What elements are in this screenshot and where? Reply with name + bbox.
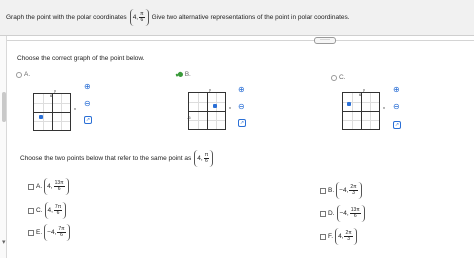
prompt-text-before: Graph the point with the polar coordinat… [6, 14, 127, 21]
checkbox-c[interactable] [28, 207, 34, 214]
checkbox-f[interactable] [320, 233, 326, 240]
point-option-d-coord: −4, 13π 6 [336, 205, 365, 222]
graph-c: y x 6 [342, 87, 385, 130]
point-option-c[interactable]: C. 4, 7π 6 [28, 202, 67, 219]
divider [7, 40, 474, 41]
point-a-r: 4, [47, 183, 53, 190]
point-c-angle: 7π 6 [53, 204, 63, 217]
graph-b-x-label: x [229, 105, 231, 110]
zoom-in-icon[interactable]: ⊕ [393, 86, 400, 94]
zoom-in-icon[interactable]: ⊕ [84, 83, 91, 91]
point-c-den: 6 [56, 210, 60, 216]
graph-c-ytop: 6 [359, 92, 362, 97]
graph-c-point [347, 102, 351, 106]
scrollbar-thumb[interactable] [2, 92, 6, 122]
graph-option-c-label: C. [339, 74, 346, 81]
points-question: Choose the two points below that refer t… [20, 150, 214, 167]
external-link-icon[interactable]: ↗ [393, 121, 401, 129]
graph-option-a[interactable]: A. [16, 71, 30, 78]
point-b-den: 3 [352, 190, 355, 196]
point-option-d-label: D. [328, 210, 335, 217]
prompt-coordinate: 4, π 6 [129, 9, 149, 26]
scroll-down-icon[interactable]: ▾ [2, 238, 6, 246]
point-option-b[interactable]: B. −4, 2π 3 [320, 182, 362, 199]
graph-c-x-label: x [383, 105, 385, 110]
checkbox-e[interactable] [28, 229, 34, 236]
point-b-angle: 2π 3 [349, 184, 358, 197]
point-option-e-label: E. [36, 229, 43, 236]
graph-a-x-label: x [74, 106, 76, 111]
prompt-coord-angle: π 6 [139, 11, 145, 24]
point-option-b-label: B. [328, 187, 335, 194]
point-d-angle: 13π 6 [349, 207, 361, 220]
checkbox-b[interactable] [320, 187, 326, 194]
graph-option-c[interactable]: C. [331, 74, 346, 81]
point-a-den: 6 [57, 186, 61, 192]
pq-coord-den: 6 [205, 158, 208, 164]
zoom-out-icon[interactable]: ⊖ [238, 103, 245, 111]
point-option-c-label: C. [36, 207, 43, 214]
more-button[interactable]: ····· [314, 37, 336, 44]
point-option-e-coord: −4, 7π 6 [44, 224, 70, 241]
point-option-b-coord: −4, 2π 3 [336, 182, 362, 199]
zoom-out-icon[interactable]: ⊖ [84, 100, 91, 108]
point-option-a[interactable]: A. 4, 13π 6 [28, 178, 69, 195]
pq-coord-angle: π 6 [203, 152, 210, 165]
point-e-angle: 7π 6 [57, 226, 66, 239]
point-d-r: −4, [339, 210, 349, 217]
graph-a: y x 6 [33, 88, 76, 131]
radio-c[interactable] [331, 74, 337, 81]
points-question-text: Choose the two points below that refer t… [20, 155, 192, 162]
checkbox-a[interactable] [28, 183, 34, 190]
point-option-f-label: F. [328, 233, 334, 240]
question-prompt: Graph the point with the polar coordinat… [6, 9, 350, 26]
external-link-icon[interactable]: ↗ [238, 119, 246, 127]
graph-b-point [213, 104, 217, 108]
prompt-coord-den: 6 [140, 17, 144, 23]
graph-b-y-label: y [209, 87, 211, 92]
external-link-icon[interactable]: ↗ [84, 116, 92, 124]
point-option-c-coord: 4, 7π 6 [44, 202, 67, 219]
radio-a[interactable] [16, 71, 22, 78]
graph-option-a-label: A. [24, 71, 31, 78]
point-option-f[interactable]: F. 4, 2π 3 [320, 228, 357, 245]
pq-coord-r: 4, [197, 155, 203, 162]
point-a-angle: 13π 6 [53, 180, 65, 193]
prompt-text-after: Give two alternative representations of … [151, 14, 350, 21]
radio-b[interactable] [177, 72, 183, 77]
graph-question: Choose the correct graph of the point be… [17, 55, 145, 62]
graph-a-y-label: y [54, 88, 56, 93]
point-option-f-coord: 4, 2π 3 [335, 228, 357, 245]
point-b-r: −4, [339, 187, 349, 194]
left-scrollbar[interactable] [0, 36, 7, 258]
point-c-r: 4, [47, 207, 53, 214]
graph-option-b-label: B. [184, 71, 191, 78]
point-f-r: 4, [338, 233, 344, 240]
points-question-coordinate: 4, π 6 [194, 150, 214, 167]
point-e-r: −4, [47, 229, 57, 236]
point-f-angle: 2π 3 [344, 230, 353, 243]
point-option-e[interactable]: E. −4, 7π 6 [28, 224, 70, 241]
graph-option-b[interactable]: ✔ B. [175, 70, 191, 79]
point-option-a-coord: 4, 13π 6 [44, 178, 69, 195]
graph-a-ytop: 6 [50, 93, 53, 98]
graph-c-y-label: y [363, 87, 365, 92]
checkbox-d[interactable] [320, 210, 326, 217]
point-option-d[interactable]: D. −4, 13π 6 [320, 205, 365, 222]
graph-b: y x -6 [187, 87, 231, 130]
point-e-den: 6 [60, 232, 63, 238]
graph-b-xleft: -6 [187, 115, 191, 120]
graph-a-point [39, 115, 43, 119]
point-f-den: 3 [347, 236, 350, 242]
point-option-a-label: A. [36, 183, 43, 190]
zoom-out-icon[interactable]: ⊖ [393, 103, 400, 111]
point-d-den: 6 [353, 213, 357, 219]
zoom-in-icon[interactable]: ⊕ [238, 86, 245, 94]
prompt-coord-r: 4, [132, 14, 139, 21]
